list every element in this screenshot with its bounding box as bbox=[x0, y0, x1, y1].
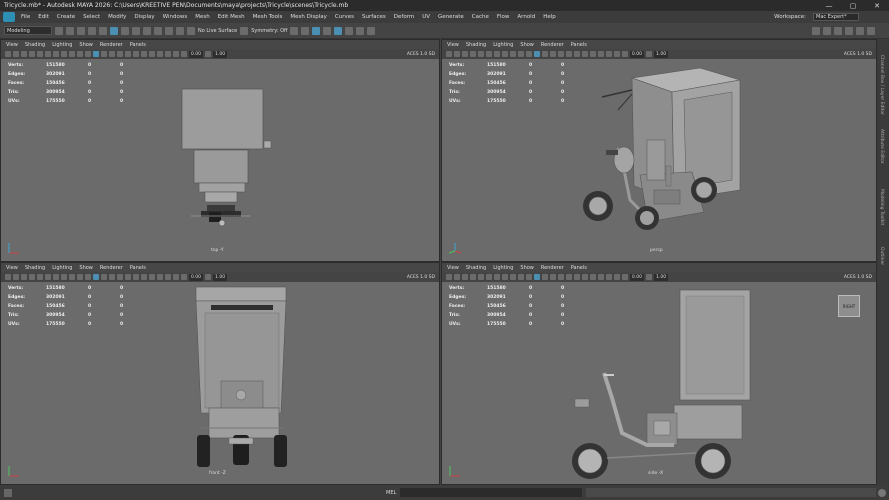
menu-edit-mesh[interactable]: Edit Mesh bbox=[214, 14, 249, 20]
menu-edit[interactable]: Edit bbox=[34, 14, 53, 20]
command-input[interactable] bbox=[400, 488, 582, 497]
menu-surfaces[interactable]: Surfaces bbox=[358, 14, 390, 20]
menu-mesh-display[interactable]: Mesh Display bbox=[286, 14, 331, 20]
tricycle-model-front bbox=[195, 286, 287, 467]
menu-deform[interactable]: Deform bbox=[390, 14, 418, 20]
camera-icon[interactable] bbox=[356, 26, 365, 35]
open-scene-icon[interactable] bbox=[66, 26, 74, 35]
undo-icon[interactable] bbox=[88, 26, 96, 35]
command-line-bar: MEL bbox=[0, 485, 889, 500]
light-icon[interactable] bbox=[345, 26, 354, 35]
user-icon[interactable] bbox=[812, 26, 820, 35]
symmetry-dropdown[interactable]: Symmetry: Off bbox=[251, 28, 287, 34]
menu-arnold[interactable]: Arnold bbox=[513, 14, 539, 20]
menu-uv[interactable]: UV bbox=[418, 14, 434, 20]
channel-box-icon[interactable] bbox=[867, 26, 875, 35]
modeling-toolkit-tab[interactable]: Modeling Toolkit bbox=[879, 189, 884, 225]
attribute-editor-tab[interactable]: Attribute Editor bbox=[879, 129, 884, 164]
tricycle-model-persp bbox=[583, 67, 741, 230]
toggle-panel-icon[interactable] bbox=[834, 26, 842, 35]
save-scene-icon[interactable] bbox=[77, 26, 85, 35]
render-icon[interactable] bbox=[290, 26, 299, 35]
menu-mesh-tools[interactable]: Mesh Tools bbox=[249, 14, 287, 20]
attribute-editor-icon[interactable] bbox=[856, 26, 864, 35]
snap-view-icon[interactable] bbox=[176, 26, 184, 35]
menu-display[interactable]: Display bbox=[130, 14, 158, 20]
arnold-render-view-icon[interactable] bbox=[334, 26, 343, 35]
menu-curves[interactable]: Curves bbox=[331, 14, 358, 20]
axis-gizmo bbox=[7, 464, 21, 478]
axis-gizmo bbox=[7, 241, 21, 255]
viewport-top[interactable]: View Shading Lighting Show Renderer Pane… bbox=[0, 39, 440, 262]
axis-gizmo bbox=[448, 464, 462, 478]
ipr-render-icon[interactable] bbox=[301, 26, 310, 35]
viewport-persp[interactable]: View Shading Lighting Show Renderer Pane… bbox=[441, 39, 877, 262]
tricycle-model-side bbox=[572, 289, 751, 479]
viewport-front[interactable]: View Shading Lighting Show Renderer Pane… bbox=[0, 262, 440, 485]
new-scene-icon[interactable] bbox=[55, 26, 63, 35]
snap-surface-icon[interactable] bbox=[187, 26, 195, 35]
menu-modify[interactable]: Modify bbox=[104, 14, 130, 20]
symmetry-icon[interactable] bbox=[240, 26, 249, 35]
command-result-field bbox=[586, 488, 876, 497]
menu-select[interactable]: Select bbox=[79, 14, 104, 20]
camera-label: front -Z bbox=[209, 471, 226, 476]
snap-point-icon[interactable] bbox=[165, 26, 173, 35]
menu-windows[interactable]: Windows bbox=[159, 14, 192, 20]
redo-icon[interactable] bbox=[99, 26, 107, 35]
script-editor-icon[interactable] bbox=[4, 488, 12, 497]
snap-grid-icon[interactable] bbox=[143, 26, 151, 35]
select-object-icon[interactable] bbox=[121, 26, 129, 35]
camera-label: persp bbox=[650, 248, 663, 253]
hypershade-icon[interactable] bbox=[323, 26, 332, 35]
menu-mesh[interactable]: Mesh bbox=[191, 14, 213, 20]
camera-label: side -X bbox=[648, 471, 664, 476]
main-menu-bar: File Edit Create Select Modify Display W… bbox=[0, 11, 889, 23]
render-settings-icon[interactable] bbox=[312, 26, 321, 35]
menu-file[interactable]: File bbox=[17, 14, 34, 20]
pause-icon[interactable] bbox=[367, 26, 376, 35]
menu-flow[interactable]: Flow bbox=[493, 14, 514, 20]
channel-box-tab[interactable]: Channel Box / Layer Editor bbox=[879, 55, 884, 115]
workspace-label: Workspace: bbox=[774, 14, 806, 20]
maya-logo-icon bbox=[3, 12, 15, 22]
status-line: Modeling No Live Surface Symmetry: Off bbox=[0, 23, 889, 39]
mel-label[interactable]: MEL bbox=[386, 490, 396, 496]
gear-icon[interactable] bbox=[823, 26, 831, 35]
title-bar: Tricycle.mb* - Autodesk MAYA 2026: C:\Us… bbox=[0, 0, 889, 11]
workspace-dropdown[interactable]: Mac Expert* bbox=[813, 13, 859, 21]
axis-gizmo bbox=[448, 241, 462, 255]
select-component-icon[interactable] bbox=[132, 26, 140, 35]
viewport-side[interactable]: View Shading Lighting Show Renderer Pane… bbox=[441, 262, 877, 485]
outliner-tab[interactable]: Outliner bbox=[879, 247, 884, 265]
menu-cache[interactable]: Cache bbox=[468, 14, 493, 20]
modeling-toolkit-icon[interactable] bbox=[845, 26, 853, 35]
menu-set-dropdown[interactable]: Modeling bbox=[4, 26, 52, 35]
snap-curve-icon[interactable] bbox=[154, 26, 162, 35]
maximize-button[interactable]: ▢ bbox=[841, 2, 865, 10]
menu-generate[interactable]: Generate bbox=[434, 14, 468, 20]
script-editor-button-icon[interactable] bbox=[878, 488, 886, 497]
menu-help[interactable]: Help bbox=[539, 14, 560, 20]
window-title: Tricycle.mb* - Autodesk MAYA 2026: C:\Us… bbox=[4, 2, 349, 9]
tricycle-model-top bbox=[181, 88, 272, 227]
camera-label: top -Y bbox=[211, 248, 224, 253]
close-button[interactable]: ✕ bbox=[865, 2, 889, 10]
select-hierarchy-icon[interactable] bbox=[110, 26, 118, 35]
live-surface-field[interactable]: No Live Surface bbox=[198, 28, 237, 34]
right-tab-strip: Channel Box / Layer Editor Attribute Edi… bbox=[877, 39, 889, 485]
menu-create[interactable]: Create bbox=[53, 14, 79, 20]
minimize-button[interactable]: — bbox=[817, 2, 841, 10]
